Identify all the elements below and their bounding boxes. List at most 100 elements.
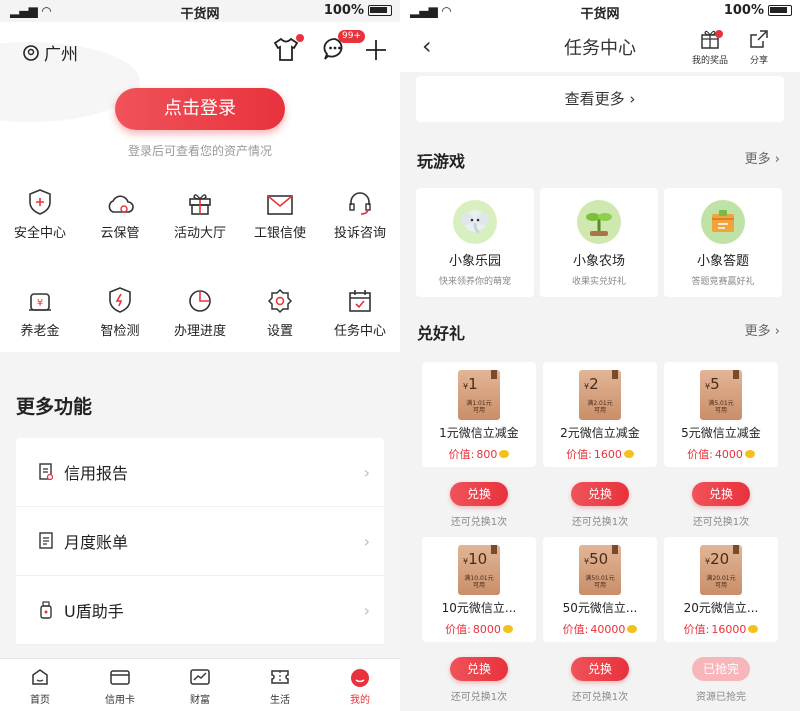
coupon-icon: ¥2 满2.01元 可用: [579, 370, 621, 420]
gift-card[interactable]: ¥2 满2.01元 可用 2元微信立减金 价值: 1600: [543, 362, 657, 467]
grid-item-cloud[interactable]: 云保管: [80, 182, 160, 241]
pension-icon: ¥: [29, 293, 51, 311]
lightning-shield-icon: [109, 287, 131, 313]
status-bar: ▂▄▆ ◠ 干货网 100%: [0, 0, 400, 22]
tab-credit-card[interactable]: 信用卡: [80, 659, 160, 711]
coupon-condition: 满2.01元: [587, 400, 613, 407]
exchange-button[interactable]: 兑换: [450, 657, 508, 681]
gift-card[interactable]: ¥1 满1.01元 可用 1元微信立减金 价值: 800: [422, 362, 536, 467]
grid-item-complaint[interactable]: 投诉咨询: [320, 182, 400, 241]
grid-item-messenger[interactable]: 工银信使: [240, 182, 320, 241]
share-label: 分享: [749, 56, 768, 66]
view-more-label: 查看更多: [564, 90, 625, 108]
coupon-amount: 20: [710, 550, 730, 568]
login-button[interactable]: 点击登录: [115, 88, 285, 130]
notification-dot: [296, 34, 304, 42]
value-label: 价值:: [683, 623, 710, 636]
add-button[interactable]: [364, 38, 388, 66]
more-label: 更多: [744, 152, 771, 167]
tab-home[interactable]: 首页: [0, 659, 80, 711]
tab-label: 生活: [270, 695, 290, 706]
coupon-icon: ¥10 满10.01元 可用: [458, 545, 500, 595]
list-item-label: U盾助手: [64, 602, 124, 621]
share-button[interactable]: 分享: [748, 28, 770, 66]
exchange-button[interactable]: 兑换: [571, 482, 629, 506]
view-more-button[interactable]: 查看更多 ›: [416, 76, 784, 122]
coin-icon: [502, 625, 513, 633]
exchange-note: 还可兑换1次: [571, 517, 629, 528]
gift-name: 2元微信立减金: [560, 426, 640, 440]
grid-item-progress[interactable]: 办理进度: [160, 280, 240, 339]
gear-icon: [267, 288, 293, 314]
grid-item-smart-check[interactable]: 智检测: [80, 280, 160, 339]
battery-text: 100%: [723, 3, 764, 18]
user-icon: [351, 669, 369, 687]
game-desc: 收果实兑好礼: [571, 277, 626, 287]
tab-life[interactable]: 生活: [240, 659, 320, 711]
status-bar: ▂▄▆ ◠ 干货网 100%: [400, 0, 800, 22]
message-badge: 99+: [338, 30, 365, 43]
share-icon: [750, 30, 768, 48]
plant-icon: [577, 200, 621, 244]
tab-label: 信用卡: [105, 695, 135, 706]
grid-item-task-center[interactable]: 任务中心: [320, 280, 400, 339]
exchange-button[interactable]: 兑换: [450, 482, 508, 506]
list-item-credit-report[interactable]: 信用报告 ›: [16, 438, 384, 507]
grid-item-pension[interactable]: ¥ 养老金: [0, 280, 80, 339]
game-card-quiz[interactable]: 小象答题 答题竞赛赢好礼: [664, 188, 782, 297]
home-icon: [32, 669, 48, 685]
quick-grid-row1: 安全中心 云保管 活动大厅 工银信使 投诉咨询: [0, 182, 400, 241]
exchange-button[interactable]: 兑换: [692, 482, 750, 506]
coin-icon: [627, 625, 638, 633]
gifts-more-link[interactable]: 更多 ›: [745, 320, 780, 339]
sold-out-button: 已抢完: [692, 657, 750, 681]
shield-icon: [29, 189, 51, 215]
exchange-button[interactable]: 兑换: [571, 657, 629, 681]
coupon-usable: 可用: [472, 407, 485, 414]
quick-grid-row2: ¥ 养老金 智检测 办理进度 设置 任务中心: [0, 280, 400, 339]
grid-item-security[interactable]: 安全中心: [0, 182, 80, 241]
game-card-park[interactable]: 小象乐园 快来领养你的萌宠: [416, 188, 534, 297]
mail-icon: [267, 195, 293, 215]
ushield-icon: [40, 601, 52, 619]
value-amount: 1600: [593, 447, 622, 461]
coupon-amount: 2: [589, 375, 599, 393]
grid-item-settings[interactable]: 设置: [240, 280, 320, 339]
my-prizes-button[interactable]: 我的奖品: [692, 28, 728, 66]
game-card-farm[interactable]: 小象农场 收果实兑好礼: [540, 188, 658, 297]
headset-icon: [349, 192, 371, 215]
card-icon: [110, 670, 130, 685]
gift-name: 5元微信立减金: [681, 426, 761, 440]
battery-icon: [368, 5, 392, 16]
grid-label: 活动大厅: [173, 226, 226, 241]
exchange-note: 还可兑换1次: [450, 517, 508, 528]
gift-card[interactable]: ¥50 满50.01元 可用 50元微信立... 价值: 40000: [543, 537, 657, 642]
list-item-monthly-bill[interactable]: 月度账单 ›: [16, 507, 384, 576]
tab-wealth[interactable]: 财富: [160, 659, 240, 711]
tshirt-button[interactable]: [272, 34, 304, 66]
location-selector[interactable]: 广州: [22, 40, 78, 65]
tab-mine[interactable]: 我的: [320, 659, 400, 711]
coupon-icon: ¥20 满20.01元 可用: [700, 545, 742, 595]
coupon-usable: 可用: [593, 407, 606, 414]
grid-item-activity[interactable]: 活动大厅: [160, 182, 240, 241]
gift-name: 20元微信立...: [683, 601, 759, 615]
games-more-link[interactable]: 更多 ›: [745, 148, 780, 167]
gift-card[interactable]: ¥20 满20.01元 可用 20元微信立... 价值: 16000: [664, 537, 778, 642]
coupon-icon: ¥1 满1.01元 可用: [458, 370, 500, 420]
grid-label: 任务中心: [333, 324, 386, 339]
value-label: 价值:: [448, 448, 475, 461]
message-button[interactable]: 99+: [322, 30, 365, 66]
gift-value: 价值: 800: [422, 446, 536, 462]
gift-value: 价值: 40000: [543, 621, 657, 637]
gift-card[interactable]: ¥10 满10.01元 可用 10元微信立... 价值: 8000: [422, 537, 536, 642]
grid-label: 养老金: [20, 324, 60, 339]
gift-card[interactable]: ¥5 满5.01元 可用 5元微信立减金 价值: 4000: [664, 362, 778, 467]
coupon-usable: 可用: [714, 407, 727, 414]
coupon-condition: 满20.01元: [706, 575, 736, 582]
grid-label: 智检测: [100, 324, 140, 339]
location-icon: [23, 44, 39, 61]
list-item-ushield[interactable]: U盾助手 ›: [16, 576, 384, 645]
grid-label: 安全中心: [13, 226, 66, 241]
exchange-note: 资源已抢完: [696, 692, 746, 703]
